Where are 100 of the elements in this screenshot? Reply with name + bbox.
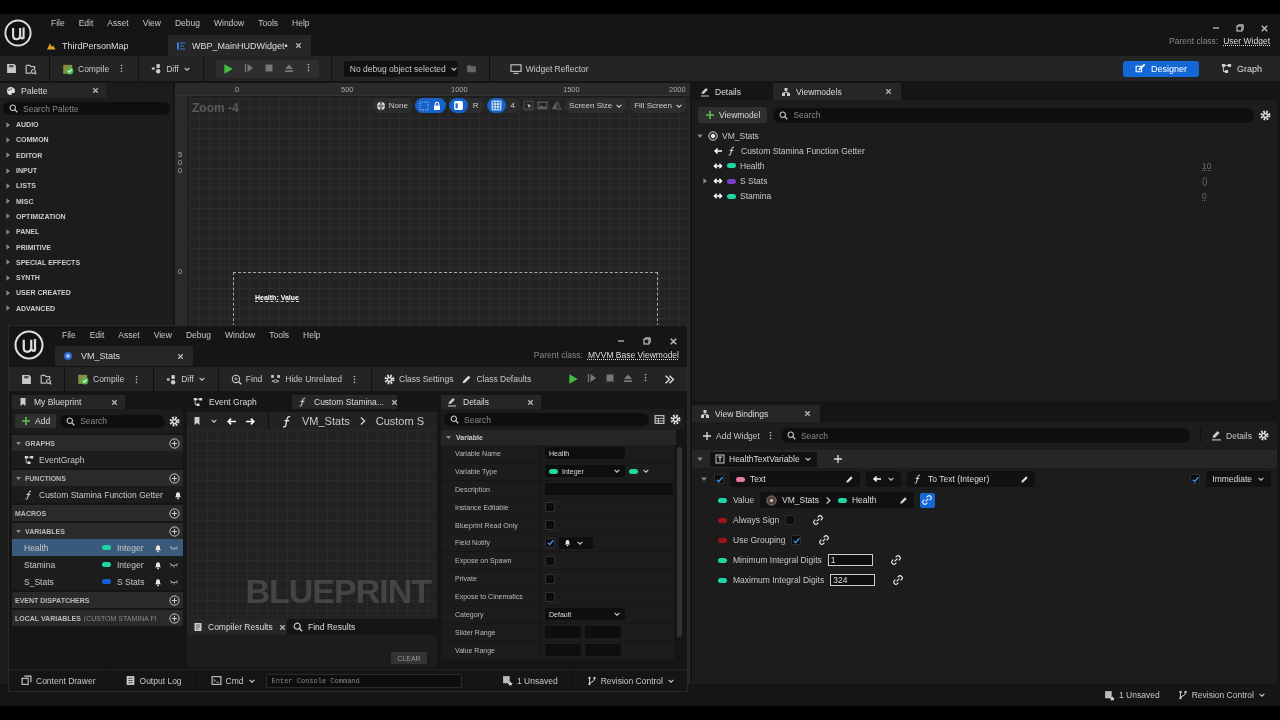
folder-icon[interactable]	[465, 63, 477, 74]
tree-item[interactable]: Health	[740, 160, 765, 171]
menu-item[interactable]: Debug	[178, 330, 218, 340]
add-circle-icon[interactable]	[169, 525, 180, 537]
close-icon[interactable]	[110, 397, 119, 407]
menu-item[interactable]: Window	[206, 18, 252, 28]
breadcrumb-item[interactable]: Custom S	[375, 415, 424, 427]
compile-button[interactable]: Compile	[62, 62, 110, 75]
output-log-button[interactable]: Output Log	[118, 675, 188, 686]
checkbox[interactable]	[545, 573, 555, 584]
link-icon[interactable]	[890, 555, 901, 565]
step-icon[interactable]	[587, 373, 597, 383]
direction-dropdown[interactable]	[866, 471, 901, 487]
menu-item[interactable]: Help	[285, 18, 317, 28]
close-icon[interactable]	[1259, 22, 1270, 34]
results-tab[interactable]: Compiler Results	[187, 619, 287, 635]
eject-icon[interactable]	[283, 62, 294, 73]
add-circle-icon[interactable]	[169, 437, 180, 449]
stop-icon[interactable]	[605, 373, 615, 383]
list-item[interactable]: EventGraph	[39, 454, 85, 465]
close-icon[interactable]	[884, 87, 893, 96]
eject-icon[interactable]	[623, 373, 633, 383]
parent-class-link[interactable]: MVVM Base Viewmodel	[587, 350, 679, 360]
diff-button[interactable]: Diff	[151, 63, 191, 74]
collapse-arrow-icon[interactable]	[445, 434, 452, 441]
mode-tab[interactable]: Designer	[1122, 60, 1199, 77]
link-icon[interactable]	[813, 515, 824, 525]
parent-class-link[interactable]: User Widget	[1223, 36, 1270, 46]
settings-icon[interactable]	[1260, 109, 1271, 121]
variable-item[interactable]: Health Integer	[12, 539, 183, 556]
revision-control-button[interactable]: Revision Control	[580, 675, 681, 686]
close-icon[interactable]	[389, 397, 399, 407]
close-icon[interactable]	[293, 41, 303, 50]
search-field[interactable]: Search Palette	[3, 102, 170, 115]
link-button[interactable]	[919, 492, 935, 508]
panel-tab[interactable]: Viewmodels	[773, 83, 901, 100]
checkbox[interactable]	[791, 535, 802, 545]
menu-item[interactable]: File	[55, 330, 83, 340]
tree-item[interactable]: Stamina	[740, 191, 772, 202]
debug-object-dropdown[interactable]: No debug object selected	[343, 60, 458, 77]
add-widget-button[interactable]: Add Widget	[702, 430, 760, 441]
pencil-icon[interactable]	[1020, 474, 1029, 484]
widget-dropdown[interactable]: HealthTextVariable	[710, 451, 817, 467]
editor-tab[interactable]: Event Graph	[187, 395, 292, 409]
close-icon[interactable]	[526, 397, 535, 407]
menu-item[interactable]: Debug	[167, 18, 207, 28]
number-field[interactable]: 324	[830, 574, 876, 586]
unsaved-button[interactable]: 1 Unsaved	[1104, 689, 1160, 701]
close-icon[interactable]	[91, 86, 100, 95]
fill-screen-dropdown[interactable]: Fill Screen	[630, 98, 687, 113]
checkbox[interactable]	[1190, 474, 1201, 484]
add-circle-icon[interactable]	[169, 612, 180, 624]
container-type-icon[interactable]	[629, 468, 638, 474]
restore-icon[interactable]	[1235, 23, 1245, 33]
search-field[interactable]: Search	[444, 413, 649, 426]
save-icon[interactable]	[6, 63, 17, 74]
mode-tab[interactable]: Graph	[1209, 60, 1274, 77]
pencil-icon[interactable]	[845, 474, 854, 484]
panel-tab[interactable]: Details	[441, 395, 541, 409]
panel-tab[interactable]: Details	[692, 83, 773, 100]
menu-item[interactable]: Edit	[71, 18, 101, 28]
checkbox[interactable]	[785, 515, 796, 525]
collapse-arrow-icon[interactable]	[15, 439, 22, 447]
checkbox[interactable]	[545, 502, 555, 513]
checkbox[interactable]	[714, 474, 724, 484]
play-icon[interactable]	[221, 62, 234, 75]
checkbox[interactable]	[545, 520, 555, 530]
menu-item[interactable]: File	[44, 18, 72, 28]
bookmark-icon[interactable]	[192, 416, 202, 426]
mirror-icon[interactable]	[551, 100, 563, 111]
document-tab[interactable]: WBP_MainHUDWidget•	[168, 35, 311, 56]
step-icon[interactable]	[243, 62, 254, 73]
caret-icon[interactable]	[642, 467, 650, 476]
notify-dropdown[interactable]	[559, 536, 593, 549]
search-field[interactable]: Search	[780, 428, 1190, 443]
class-settings-button[interactable]: Class Settings	[384, 373, 454, 385]
class-defaults-button[interactable]: Class Defaults	[461, 373, 532, 385]
panel-tab[interactable]: Palette	[0, 83, 106, 98]
widget-reflector-button[interactable]: Widget Reflector	[509, 62, 589, 75]
add-button[interactable]: Add	[15, 414, 57, 428]
close-icon[interactable]	[803, 409, 812, 418]
panel-tab[interactable]: My Blueprint	[12, 395, 125, 409]
double-chevron-icon[interactable]	[664, 373, 675, 385]
add-viewmodel-button[interactable]: Viewmodel	[698, 107, 768, 123]
close-icon[interactable]	[277, 622, 287, 632]
browse-icon[interactable]	[40, 373, 52, 385]
binding-path-field[interactable]: VM_Stats Health	[760, 492, 914, 508]
breadcrumb-item[interactable]: VM_Stats	[302, 415, 350, 427]
menu-item[interactable]: Asset	[100, 18, 136, 28]
settings-icon[interactable]	[169, 415, 180, 427]
menu-item[interactable]: View	[135, 18, 168, 28]
number-field[interactable]: 1	[827, 554, 873, 566]
caret-icon[interactable]	[210, 417, 218, 425]
settings-icon[interactable]	[670, 414, 681, 425]
table-icon[interactable]	[654, 414, 665, 425]
checkbox[interactable]	[545, 537, 555, 548]
link-icon[interactable]	[819, 535, 830, 545]
tree-item[interactable]: Custom Stamina Function Getter	[741, 145, 865, 156]
scrollbar[interactable]	[677, 447, 682, 637]
compile-button[interactable]: Compile	[77, 373, 125, 385]
